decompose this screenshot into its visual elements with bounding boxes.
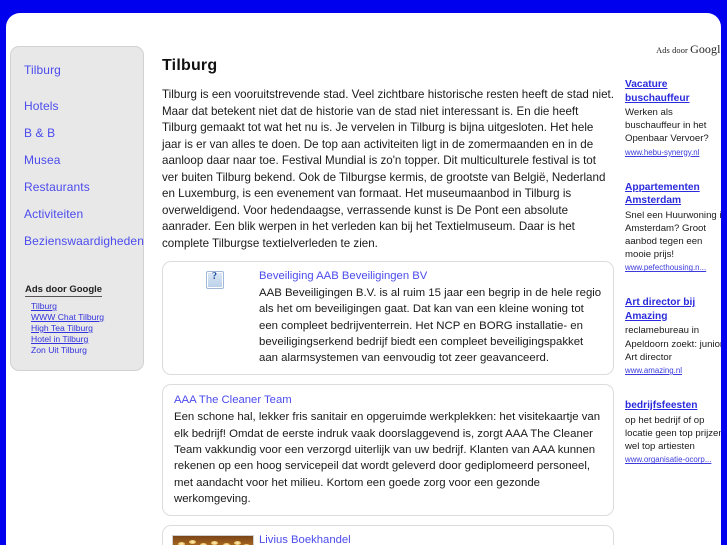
sidebar-item-restaurants[interactable]: Restaurants: [11, 180, 143, 195]
listing-item[interactable]: Livius Boekhandel Boekhandel LIVIUS is e…: [162, 525, 614, 545]
listing-thumb-cell: [172, 533, 257, 545]
sidebar-ads-block: Ads door Google Tilburg WWW Chat Tilburg…: [11, 261, 143, 356]
sidebar-ads-heading: Ads door Google: [25, 284, 103, 297]
google-ads-heading-prefix: Ads door: [656, 46, 691, 55]
google-ad-url-link[interactable]: www.hebu-synergy.nl: [625, 147, 721, 158]
google-ad[interactable]: Vacature buschauffeur Werken als buschau…: [625, 78, 721, 158]
sidebar-item-bezienswaardigheden[interactable]: Bezienswaardigheden: [11, 234, 144, 249]
sidebar-ad-link-zon-uit-tilburg[interactable]: Zon Uit Tilburg: [25, 345, 143, 356]
sidebar-item-activiteiten[interactable]: Activiteiten: [11, 207, 143, 222]
right-ads-column: Ads door Google Vacature buschauffeur We…: [625, 42, 721, 488]
google-ad[interactable]: Appartementen Amsterdam Snel een Huurwon…: [625, 181, 721, 274]
google-ad-url-link[interactable]: www.amazing.nl: [625, 365, 721, 376]
google-ad-url-link[interactable]: www.pefecthousing.n...: [625, 262, 721, 273]
google-ad-body: Werken als buschauffeur in het Openbaar …: [625, 107, 709, 145]
listing-title-link[interactable]: Beveiliging AAB Beveiligingen BV: [259, 269, 604, 284]
listing-title-link[interactable]: AAA The Cleaner Team: [174, 393, 604, 408]
google-ads-heading: Ads door Google: [625, 42, 721, 57]
sidebar-item-musea[interactable]: Musea: [11, 153, 143, 168]
google-ad[interactable]: Art director bij Amazing reclamebureau i…: [625, 296, 721, 376]
google-ad-title-link[interactable]: Art director bij Amazing: [625, 296, 721, 323]
left-sidebar: Tilburg Hotels B & B Musea Restaurants A…: [10, 46, 146, 371]
sidebar-item-bnb[interactable]: B & B: [11, 126, 143, 141]
page-shell: Tilburg Hotels B & B Musea Restaurants A…: [6, 13, 721, 545]
sidebar-ad-link-high-tea-tilburg[interactable]: High Tea Tilburg: [25, 323, 143, 334]
google-ad-url-link[interactable]: www.organisatie-ocorp...: [625, 454, 721, 465]
sidebar-ad-link-www-chat-tilburg[interactable]: WWW Chat Tilburg: [25, 312, 143, 323]
listing-item[interactable]: AAA The Cleaner Team Een schone hal, lek…: [162, 384, 614, 517]
sidebar-ad-link-tilburg[interactable]: Tilburg: [25, 301, 143, 312]
google-ad-body: op het bedrijf of op locatie geen top pr…: [625, 414, 721, 452]
listing-description: AAB Beveiligingen B.V. is al ruim 15 jaa…: [259, 287, 602, 365]
listing-thumb-cell: [172, 269, 257, 289]
google-ad-body: Snel een Huurwoning in Amsterdam? Groot …: [625, 209, 721, 261]
google-ad[interactable]: bedrijfsfeesten op het bedrijf of op loc…: [625, 399, 721, 465]
google-ad-title-link[interactable]: Vacature buschauffeur: [625, 78, 721, 105]
page-title: Tilburg: [162, 57, 218, 74]
sidebar-box: Tilburg Hotels B & B Musea Restaurants A…: [10, 46, 144, 371]
listing-title-link[interactable]: Livius Boekhandel: [259, 533, 604, 545]
sidebar-ad-link-hotel-in-tilburg[interactable]: Hotel in Tilburg: [25, 334, 143, 345]
google-ad-title-link[interactable]: Appartementen Amsterdam: [625, 181, 721, 208]
google-ad-title-link[interactable]: bedrijfsfeesten: [625, 399, 721, 413]
bookstore-photo: [172, 535, 254, 545]
browser-page: Tilburg Hotels B & B Musea Restaurants A…: [0, 0, 727, 545]
listing-description: Een schone hal, lekker fris sanitair en …: [174, 411, 601, 505]
listing-body: AAA The Cleaner Team Een schone hal, lek…: [172, 393, 604, 507]
listing-item[interactable]: Beveiliging AAB Beveiligingen BV AAB Bev…: [162, 261, 614, 376]
listing-body: Livius Boekhandel Boekhandel LIVIUS is e…: [257, 533, 604, 545]
main-content: Tilburg Tilburg is een vooruitstrevende …: [158, 57, 618, 545]
listing-body: Beveiliging AAB Beveiligingen BV AAB Bev…: [257, 269, 604, 366]
google-logo-text: Google: [690, 42, 721, 56]
sidebar-item-hotels[interactable]: Hotels: [11, 99, 143, 114]
broken-image-icon: [205, 271, 224, 289]
google-ad-body: reclamebureau in Apeldoorn zoekt: junior…: [625, 325, 721, 363]
intro-paragraph: Tilburg is een vooruitstrevende stad. Ve…: [162, 88, 614, 250]
sidebar-item-tilburg[interactable]: Tilburg: [11, 63, 143, 78]
